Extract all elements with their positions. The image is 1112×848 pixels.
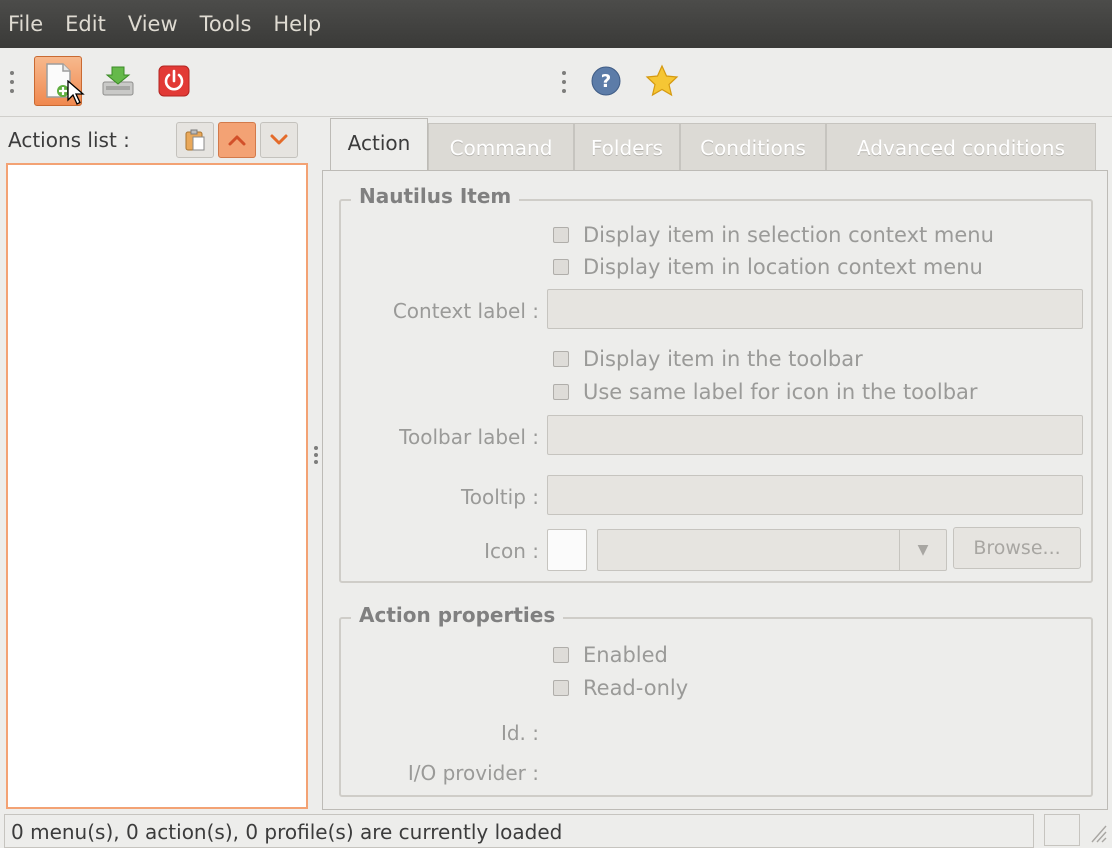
tab-folders[interactable]: Folders [574, 123, 680, 171]
menu-tools[interactable]: Tools [200, 12, 252, 36]
svg-text:?: ? [601, 71, 611, 92]
id-label: Id. : [500, 721, 539, 745]
quit-button[interactable] [150, 56, 198, 106]
nautilus-item-title: Nautilus Item [351, 184, 520, 208]
checkbox-box [553, 647, 569, 663]
toolbar-grip-2[interactable] [562, 68, 568, 96]
save-button[interactable] [94, 56, 142, 106]
menu-bar: File Edit View Tools Help [0, 0, 1112, 48]
checkbox-box [553, 259, 569, 275]
toolbar-label-label: Toolbar label : [399, 425, 539, 449]
properties-notebook: Action Command Folders Conditions Advanc… [322, 116, 1108, 812]
menu-edit[interactable]: Edit [65, 12, 106, 36]
menu-help[interactable]: Help [273, 12, 321, 36]
checkbox-label: Read-only [583, 676, 689, 700]
move-up-button[interactable] [218, 122, 256, 158]
tooltip-field[interactable] [547, 475, 1083, 515]
selection-menu-checkbox[interactable]: Display item in selection context menu [553, 223, 994, 247]
menu-file[interactable]: File [8, 12, 43, 36]
help-button[interactable]: ? [582, 56, 630, 106]
checkbox-box [553, 384, 569, 400]
action-tab-page: Nautilus Item Display item in selection … [322, 170, 1108, 810]
status-indicator [1044, 814, 1080, 846]
status-bar: 0 menu(s), 0 action(s), 0 profile(s) are… [0, 812, 1112, 848]
mouse-cursor-icon [67, 80, 85, 105]
paste-icon [185, 129, 205, 151]
checkbox-box [553, 227, 569, 243]
checkbox-box [553, 680, 569, 696]
icon-preview [547, 529, 587, 571]
context-label-label: Context label : [392, 299, 539, 323]
toolbar-label-field[interactable] [547, 415, 1083, 455]
status-text: 0 menu(s), 0 action(s), 0 profile(s) are… [4, 814, 1034, 848]
paste-button[interactable] [176, 122, 214, 158]
same-label-checkbox[interactable]: Use same label for icon in the toolbar [553, 380, 978, 404]
io-provider-label: I/O provider : [407, 761, 539, 785]
checkbox-label: Display item in location context menu [583, 255, 983, 279]
move-down-button[interactable] [260, 122, 298, 158]
tab-advanced-conditions[interactable]: Advanced conditions [826, 123, 1096, 171]
tab-conditions[interactable]: Conditions [680, 123, 826, 171]
chevron-down-icon [270, 134, 288, 145]
icon-combo[interactable]: ▼ [597, 529, 947, 571]
location-menu-checkbox[interactable]: Display item in location context menu [553, 255, 983, 279]
pane-splitter[interactable] [312, 116, 322, 812]
toolbar: ? [0, 48, 1112, 117]
icon-label: Icon : [484, 539, 539, 563]
menu-view[interactable]: View [128, 12, 178, 36]
save-download-icon [102, 66, 134, 96]
readonly-checkbox[interactable]: Read-only [553, 676, 688, 700]
power-quit-icon [158, 65, 190, 97]
tab-command[interactable]: Command [428, 123, 574, 171]
checkbox-label: Display item in the toolbar [583, 347, 863, 371]
combo-arrow-icon[interactable]: ▼ [899, 530, 946, 570]
enabled-checkbox[interactable]: Enabled [553, 643, 668, 667]
tooltip-label: Tooltip : [460, 485, 539, 509]
actions-panel: Actions list : [0, 116, 312, 812]
tab-action[interactable]: Action [330, 118, 428, 171]
checkbox-box [553, 351, 569, 367]
actions-list[interactable] [6, 163, 308, 809]
checkbox-label: Use same label for icon in the toolbar [583, 380, 978, 404]
toolbar-grip[interactable] [10, 68, 16, 96]
actions-list-label: Actions list : [8, 128, 130, 152]
context-label-field[interactable] [547, 289, 1083, 329]
checkbox-label: Display item in selection context menu [583, 223, 994, 247]
star-icon [645, 64, 679, 97]
action-properties-title: Action properties [351, 603, 564, 627]
toolbar-display-checkbox[interactable]: Display item in the toolbar [553, 347, 863, 371]
chevron-up-icon [228, 135, 246, 146]
checkbox-label: Enabled [583, 643, 668, 667]
about-button[interactable] [638, 56, 686, 106]
resize-grip-icon[interactable] [1086, 818, 1108, 844]
browse-button[interactable]: Browse... [953, 527, 1081, 569]
help-icon: ? [591, 66, 621, 96]
